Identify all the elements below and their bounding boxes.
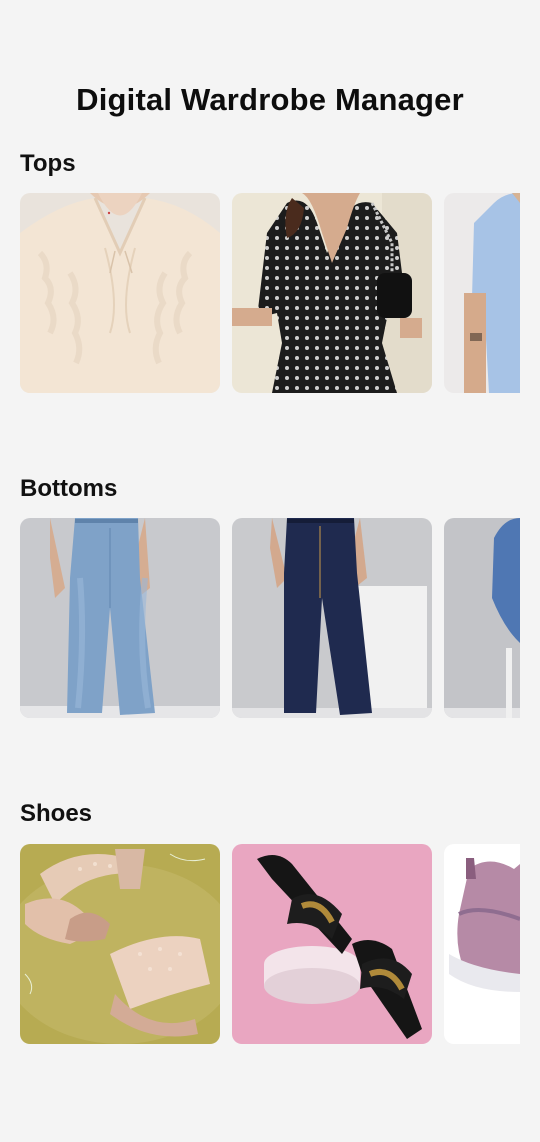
- ruffled-blouse-photo: [20, 193, 220, 393]
- printed-peplum-top-photo: [232, 193, 432, 393]
- page-title: Digital Wardrobe Manager: [76, 82, 464, 117]
- section-title-bottoms: Bottoms: [20, 475, 118, 502]
- shoe-item-card[interactable]: [20, 844, 220, 1044]
- top-item-card[interactable]: [444, 193, 520, 393]
- bottom-item-card[interactable]: [232, 518, 432, 718]
- top-item-card[interactable]: [232, 193, 432, 393]
- blue-jeans-partial-photo: [444, 518, 520, 718]
- shoes-carousel[interactable]: [20, 844, 520, 1044]
- bottoms-carousel[interactable]: [20, 518, 520, 718]
- embellished-heels-photo: [20, 844, 220, 1044]
- shoe-item-card[interactable]: [444, 844, 520, 1044]
- section-title-shoes: Shoes: [20, 800, 93, 827]
- tops-carousel[interactable]: [20, 193, 520, 393]
- top-item-card[interactable]: [20, 193, 220, 393]
- blue-tshirt-photo: [444, 193, 520, 393]
- wardrobe-screen: Digital Wardrobe Manager Tops Bottoms Sh…: [0, 0, 540, 1142]
- black-chain-slides-photo: [232, 844, 432, 1044]
- section-title-tops: Tops: [20, 150, 76, 177]
- light-wash-jeans-photo: [20, 518, 220, 718]
- shoe-item-card[interactable]: [232, 844, 432, 1044]
- bottom-item-card[interactable]: [444, 518, 520, 718]
- dark-wash-jeans-photo: [232, 518, 432, 718]
- pink-sneaker-photo: [444, 844, 520, 1044]
- bottom-item-card[interactable]: [20, 518, 220, 718]
